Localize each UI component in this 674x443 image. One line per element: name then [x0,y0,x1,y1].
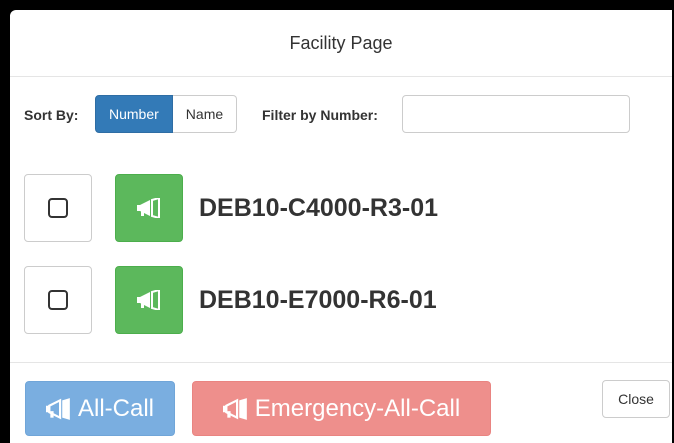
page-facility-button[interactable] [115,266,183,334]
modal-header: Facility Page [10,10,672,77]
sort-by-label: Sort By: [24,107,79,123]
bullhorn-icon [137,198,160,218]
facility-name: DEB10-C4000-R3-01 [199,193,439,222]
filter-by-number-label: Filter by Number: [262,107,378,123]
facility-select-checkbox[interactable] [24,174,92,242]
facility-page-modal: Facility Page Sort By: Number Name Filte… [10,10,672,443]
facility-row: DEB10-E7000-R6-01 [24,265,437,335]
facility-row: DEB10-C4000-R3-01 [24,173,438,243]
bullhorn-icon [45,397,70,420]
checkbox-square-icon [48,198,68,218]
close-button[interactable]: Close [602,380,670,418]
modal-title: Facility Page [289,32,393,53]
emergency-all-call-button[interactable]: Emergency-All-Call [192,381,491,436]
filter-number-input[interactable] [402,95,630,133]
sort-filter-toolbar: Sort By: Number Name Filter by Number: [10,95,672,135]
all-call-label: All-Call [77,394,154,422]
page-facility-button[interactable] [115,174,183,242]
sort-button-group: Number Name [95,95,238,133]
footer-divider [10,362,672,363]
all-call-button[interactable]: All-Call [25,381,175,436]
bullhorn-icon [137,290,160,310]
sort-number-button[interactable]: Number [95,95,173,133]
bullhorn-icon [222,397,247,420]
facility-select-checkbox[interactable] [24,266,92,334]
checkbox-square-icon [48,290,68,310]
sort-name-button[interactable]: Name [172,95,238,133]
emergency-all-call-label: Emergency-All-Call [254,394,461,422]
facility-name: DEB10-E7000-R6-01 [199,285,437,314]
